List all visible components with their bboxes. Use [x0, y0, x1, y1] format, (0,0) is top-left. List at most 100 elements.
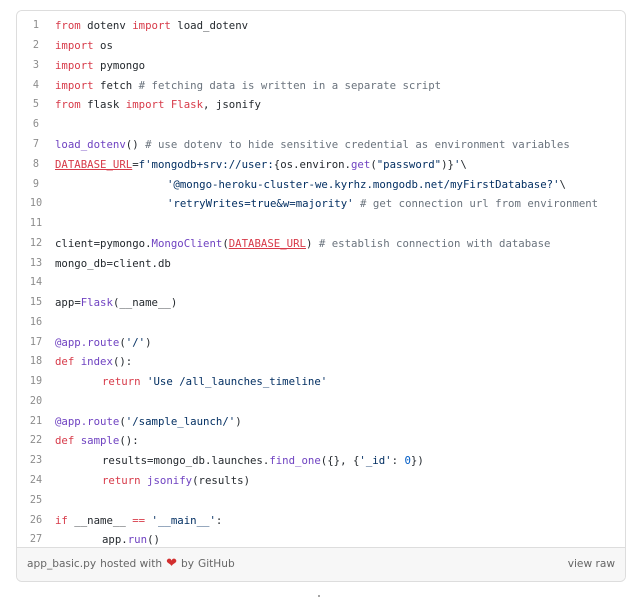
line-source: if __name__ == '__main__':	[55, 510, 598, 530]
code-token: if	[55, 513, 68, 527]
line-source: app=Flask(__name__)	[55, 293, 598, 313]
code-token: from	[55, 19, 81, 33]
code-token: fetch	[93, 78, 139, 92]
code-token: __name__	[67, 513, 133, 527]
code-token: import	[132, 19, 171, 33]
code-token: ()	[125, 137, 146, 151]
code-line: 5 from flask import Flask, jsonify	[17, 95, 598, 115]
line-source: from flask import Flask, jsonify	[55, 95, 598, 115]
code-line: 3 import pymongo	[17, 56, 598, 76]
code-token: ==	[132, 513, 146, 527]
line-number: 19	[29, 376, 43, 388]
code-token: # establish connection with database	[318, 236, 551, 250]
code-line: 21 @app.route('/sample_launch/')	[17, 411, 598, 431]
code-token: client.db	[112, 256, 171, 270]
code-line: 10 'retryWrites=true&w=majority' # get co…	[17, 194, 598, 214]
code-token: )	[305, 236, 319, 250]
code-token: sample	[80, 434, 120, 448]
code-view: 1 from dotenv import load_dotenv 2 import o…	[17, 11, 625, 549]
code-token: def	[55, 355, 75, 369]
code-token: app	[55, 296, 75, 310]
code-token: get	[351, 157, 371, 171]
line-source: def sample():	[55, 431, 598, 451]
line-source: import fetch # fetching data is written …	[55, 75, 598, 95]
code-token: )}	[441, 157, 454, 171]
line-source: DATABASE_URL=f'mongodb+srv://user:{os.en…	[55, 154, 598, 174]
code-token: '/sample_launch/'	[125, 414, 236, 428]
code-token: import	[55, 39, 94, 53]
line-source: return jsonify(results)	[55, 471, 598, 491]
code-line: 1 from dotenv import load_dotenv	[17, 16, 598, 36]
code-token: return	[102, 473, 141, 487]
code-line: 14	[17, 273, 598, 293]
code-token: ({}, {	[320, 454, 360, 468]
view-raw-link[interactable]: view raw	[568, 558, 615, 570]
line-source: from dotenv import load_dotenv	[55, 16, 598, 36]
code-line: 24 return jsonify(results)	[17, 471, 598, 491]
code-token: :	[215, 513, 223, 527]
line-source: 'retryWrites=true&w=majority' # get conn…	[55, 194, 598, 214]
code-token: import	[55, 78, 94, 92]
code-line: 4 import fetch # fetching data is written…	[17, 75, 598, 95]
line-source: @app.route('/sample_launch/')	[55, 411, 598, 431]
code-token: 'retryWrites=true&w=majority'	[167, 197, 354, 211]
code-token: DATABASE_URL	[228, 236, 306, 250]
code-token: app.	[102, 533, 128, 547]
code-line: 2 import os	[17, 36, 598, 56]
code-token: )	[145, 335, 152, 349]
code-line: 7 load_dotenv() # use dotenv to hide sens…	[17, 135, 598, 155]
code-token: (__name__)	[112, 296, 178, 310]
line-number: 18	[29, 356, 43, 368]
line-source: def index():	[55, 352, 598, 372]
code-token: import	[125, 98, 165, 112]
line-number: 4	[32, 79, 40, 91]
code-token: import	[55, 58, 94, 72]
line-number: 25	[29, 494, 43, 506]
code-token: os	[93, 39, 113, 53]
gist-footer: app_basic.py hosted with ❤ by GitHub vie…	[17, 547, 625, 581]
line-number: 5	[32, 99, 40, 111]
line-source	[55, 214, 598, 234]
code-token: load_dotenv	[55, 137, 126, 151]
line-number: 12	[29, 237, 43, 249]
gist-embed: 1 from dotenv import load_dotenv 2 import o…	[16, 10, 626, 582]
code-token: results	[102, 454, 148, 468]
line-source: import os	[55, 36, 598, 56]
line-number: 20	[29, 395, 43, 407]
line-number: 9	[32, 178, 40, 190]
code-token: find_one	[269, 454, 321, 468]
file-name-link[interactable]: app_basic.py	[27, 558, 96, 570]
code-line: 15 app=Flask(__name__)	[17, 293, 598, 313]
code-line: 6	[17, 115, 598, 135]
code-line: 13 mongo_db=client.db	[17, 253, 598, 273]
code-token: flask	[80, 98, 126, 112]
code-line: 22 def sample():	[17, 431, 598, 451]
code-token: MongoClient	[151, 236, 223, 250]
code-token: jsonify	[147, 473, 193, 487]
line-number: 11	[29, 218, 43, 230]
code-token: # get connection url from environment	[360, 197, 599, 211]
code-token: '_id'	[359, 454, 392, 468]
code-token: # fetching data is written in a separate…	[138, 78, 442, 92]
gist-meta: app_basic.py hosted with ❤ by GitHub	[27, 557, 235, 570]
line-number: 17	[29, 336, 43, 348]
code-token: @app.route	[55, 335, 120, 349]
code-line: 8 DATABASE_URL=f'mongodb+srv://user:{os.e…	[17, 154, 598, 174]
code-token: '__main__'	[151, 513, 216, 527]
line-source: return 'Use /all_launches_timeline'	[55, 372, 598, 392]
line-source	[55, 115, 598, 135]
github-link[interactable]: GitHub	[198, 558, 235, 570]
by-text: by	[180, 558, 194, 570]
code-token: :	[391, 454, 405, 468]
code-line: 26 if __name__ == '__main__':	[17, 510, 598, 530]
line-number: 10	[29, 198, 43, 210]
code-line: 12 client=pymongo.MongoClient(DATABASE_UR…	[17, 233, 598, 253]
code-line: 19 return 'Use /all_launches_timeline'	[17, 372, 598, 392]
code-token: @app.route	[55, 414, 120, 428]
code-token: index	[80, 355, 113, 369]
line-number: 6	[32, 119, 40, 131]
code-token: (results)	[192, 473, 251, 487]
code-token: })	[410, 454, 424, 468]
code-token: mongo_db.launches.	[153, 454, 270, 468]
code-token: )	[235, 414, 242, 428]
